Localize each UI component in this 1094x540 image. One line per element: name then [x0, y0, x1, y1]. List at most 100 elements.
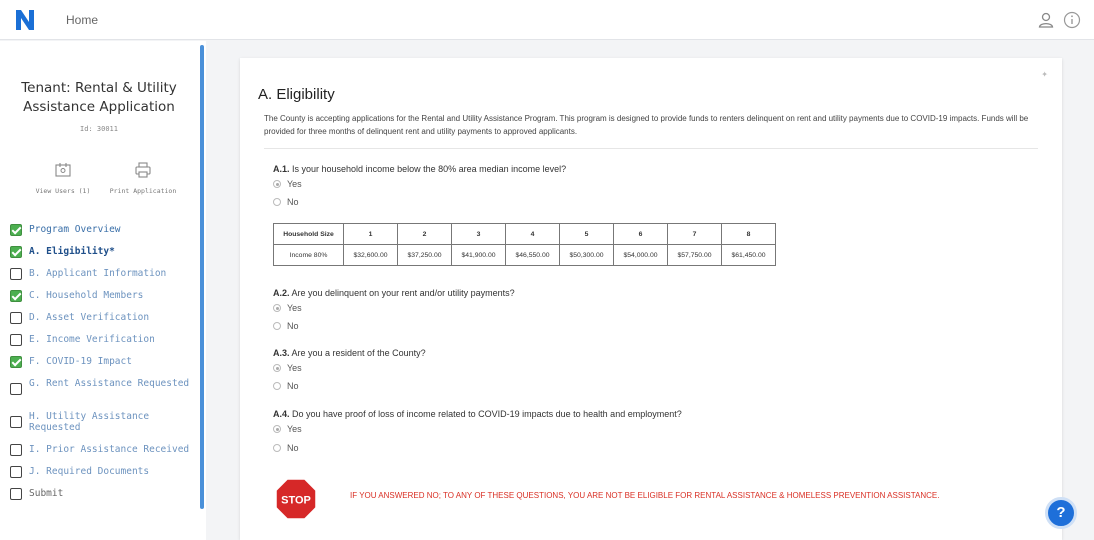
- home-link[interactable]: Home: [66, 13, 98, 27]
- nav-item-submit[interactable]: Submit: [10, 488, 196, 510]
- nav-item-label: A. Eligibility*: [29, 246, 115, 257]
- nav-item-label: Program Overview: [29, 224, 121, 235]
- question-text: Do you have proof of loss of income rela…: [289, 409, 682, 419]
- nav-item-label: E. Income Verification: [29, 334, 155, 345]
- question-a1: A.1. Is your household income below the …: [273, 164, 566, 174]
- nav-item-utility-assistance[interactable]: H. Utility Assistance Requested: [10, 411, 196, 444]
- question-a4: A.4. Do you have proof of loss of income…: [273, 409, 682, 419]
- table-cell: $54,000.00: [613, 244, 668, 266]
- table-header-cell: 7: [667, 223, 722, 245]
- app-logo[interactable]: [14, 8, 36, 32]
- collapse-icon[interactable]: ✦: [1041, 70, 1048, 79]
- nav-item-household-members[interactable]: C. Household Members: [10, 290, 196, 312]
- radio-a2-yes[interactable]: Yes: [273, 303, 302, 313]
- checkbox-empty-icon: [10, 334, 22, 346]
- table-cell: $50,300.00: [559, 244, 614, 266]
- nav-item-income-verification[interactable]: E. Income Verification: [10, 334, 196, 356]
- table-header-cell: 4: [505, 223, 560, 245]
- checkbox-checked-icon: [10, 290, 22, 302]
- radio-selected-icon: [273, 180, 281, 188]
- nav-item-eligibility[interactable]: A. Eligibility*: [10, 246, 196, 268]
- table-cell: $61,450.00: [721, 244, 776, 266]
- table-header-cell: Household Size: [273, 223, 344, 245]
- radio-selected-icon: [273, 364, 281, 372]
- table-cell: $46,550.00: [505, 244, 560, 266]
- radio-a3-yes[interactable]: Yes: [273, 363, 302, 373]
- top-bar: Home: [0, 0, 1094, 40]
- question-text: Are you delinquent on your rent and/or u…: [289, 288, 515, 298]
- help-button[interactable]: ?: [1045, 497, 1077, 529]
- stop-sign-text: STOP: [281, 495, 311, 507]
- question-number: A.4.: [273, 409, 290, 419]
- question-text: Are you a resident of the County?: [289, 348, 426, 358]
- option-label: No: [287, 197, 299, 207]
- nav-item-program-overview[interactable]: Program Overview: [10, 224, 196, 246]
- radio-selected-icon: [273, 425, 281, 433]
- nav-item-label: I. Prior Assistance Received: [29, 444, 190, 455]
- question-a3: A.3. Are you a resident of the County?: [273, 348, 426, 358]
- checkbox-empty-icon: [10, 312, 22, 324]
- option-label: No: [287, 381, 299, 391]
- checkbox-checked-icon: [10, 246, 22, 258]
- view-users-button[interactable]: View Users (1): [18, 161, 108, 195]
- nav-item-label: J. Required Documents: [29, 466, 150, 477]
- radio-a3-no[interactable]: No: [273, 381, 299, 391]
- application-id: Id: 30011: [80, 125, 118, 133]
- radio-a2-no[interactable]: No: [273, 321, 299, 331]
- info-icon[interactable]: [1062, 10, 1082, 30]
- nav-item-applicant-information[interactable]: B. Applicant Information: [10, 268, 196, 290]
- checkbox-empty-icon: [10, 444, 22, 456]
- radio-empty-icon: [273, 444, 281, 452]
- sidebar-scroll-indicator: [200, 45, 204, 509]
- print-application-button[interactable]: Print Application: [98, 161, 188, 195]
- section-nav: Program Overview A. Eligibility* B. Appl…: [10, 224, 196, 510]
- print-application-label: Print Application: [109, 187, 177, 195]
- question-number: A.3.: [273, 348, 290, 358]
- option-label: Yes: [287, 179, 302, 189]
- divider: [264, 148, 1038, 149]
- table-cell: Income 80%: [273, 244, 344, 266]
- table-header-cell: 1: [343, 223, 398, 245]
- checkbox-empty-icon: [10, 268, 22, 280]
- table-header-cell: 5: [559, 223, 614, 245]
- nav-item-prior-assistance[interactable]: I. Prior Assistance Received: [10, 444, 196, 466]
- question-number: A.2.: [273, 288, 290, 298]
- radio-a4-no[interactable]: No: [273, 443, 299, 453]
- nav-item-asset-verification[interactable]: D. Asset Verification: [10, 312, 196, 334]
- view-users-label: View Users (1): [35, 187, 91, 195]
- table-header-cell: 2: [397, 223, 452, 245]
- table-header-cell: 6: [613, 223, 668, 245]
- checkbox-empty-icon: [10, 488, 22, 500]
- section-description: The County is accepting applications for…: [264, 114, 1029, 136]
- checkbox-checked-icon: [10, 224, 22, 236]
- radio-a4-yes[interactable]: Yes: [273, 424, 302, 434]
- table-header-row: Household Size 1 2 3 4 5 6 7 8: [273, 223, 776, 245]
- nav-item-label: C. Household Members: [29, 290, 144, 301]
- eligibility-warning: IF YOU ANSWERED NO; TO ANY OF THESE QUES…: [350, 491, 940, 500]
- table-row: Income 80% $32,600.00 $37,250.00 $41,900…: [273, 244, 776, 266]
- option-label: No: [287, 321, 299, 331]
- eligibility-card: ✦ A. Eligibility The County is accepting…: [240, 58, 1062, 540]
- nav-item-label: H. Utility Assistance Requested: [29, 411, 150, 433]
- user-icon[interactable]: [1036, 10, 1056, 30]
- income-table: Household Size 1 2 3 4 5 6 7 8 Income 80…: [273, 223, 776, 266]
- radio-a1-no[interactable]: No: [273, 197, 299, 207]
- option-label: No: [287, 443, 299, 453]
- nav-item-label: Submit: [29, 488, 64, 499]
- radio-a1-yes[interactable]: Yes: [273, 179, 302, 189]
- nav-item-label: G. Rent Assistance Requested: [29, 378, 190, 389]
- radio-selected-icon: [273, 304, 281, 312]
- table-header-cell: 3: [451, 223, 506, 245]
- checkbox-empty-icon: [10, 466, 22, 478]
- table-cell: $41,900.00: [451, 244, 506, 266]
- application-title: Tenant: Rental & Utility Assistance Appl…: [21, 80, 177, 115]
- nav-item-required-documents[interactable]: J. Required Documents: [10, 466, 196, 488]
- checkbox-empty-icon: [10, 383, 22, 395]
- option-label: Yes: [287, 303, 302, 313]
- question-number: A.1.: [273, 164, 290, 174]
- option-label: Yes: [287, 363, 302, 373]
- nav-item-covid-impact[interactable]: F. COVID-19 Impact: [10, 356, 196, 378]
- nav-item-rent-assistance[interactable]: G. Rent Assistance Requested: [10, 378, 196, 411]
- nav-item-label: B. Applicant Information: [29, 268, 167, 279]
- option-label: Yes: [287, 424, 302, 434]
